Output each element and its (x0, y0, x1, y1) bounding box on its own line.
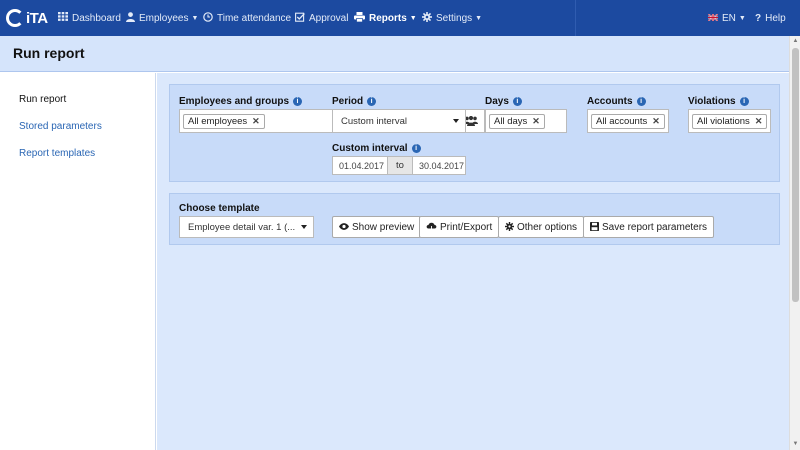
info-icon[interactable]: i (411, 144, 421, 153)
ita-logo[interactable]: iTA (6, 9, 48, 27)
sidebar-item-report-templates[interactable]: Report templates (19, 148, 95, 159)
violations-field[interactable]: All violations ✕ (688, 109, 771, 133)
print-export-button[interactable]: Print/Export (419, 216, 500, 238)
caret-down-icon: ▼ (475, 14, 483, 22)
template-panel: Choose template Employee detail var. 1 (… (169, 193, 780, 245)
employees-tag: All employees ✕ (183, 114, 265, 129)
remove-tag-icon[interactable]: ✕ (532, 116, 540, 127)
date-from-input[interactable]: 01.04.2017 (332, 156, 388, 175)
page-header: Run report (0, 36, 798, 72)
question-icon: ? (755, 12, 762, 24)
sidebar-item-run-report[interactable]: Run report (19, 94, 66, 105)
main-content: Employees and groups i All employees ✕ P… (157, 73, 789, 450)
nav-dashboard[interactable]: Dashboard (58, 0, 121, 36)
check-square-icon (295, 12, 305, 25)
choose-template-label: Choose template (179, 203, 260, 214)
dropdown-caret-icon (301, 225, 307, 229)
navbar-divider (575, 0, 576, 36)
info-icon[interactable]: i (739, 97, 749, 106)
gear-icon (422, 11, 432, 25)
gear-icon (505, 221, 514, 233)
info-icon[interactable]: i (367, 97, 377, 106)
days-field[interactable]: All days ✕ (485, 109, 567, 133)
info-icon[interactable]: i (293, 97, 303, 106)
nav-reports[interactable]: Reports ▼ (354, 0, 417, 36)
clock-icon (203, 11, 213, 25)
remove-tag-icon[interactable]: ✕ (652, 116, 660, 127)
filters-panel: Employees and groups i All employees ✕ P… (169, 84, 780, 182)
grid-icon (58, 12, 68, 24)
other-options-button[interactable]: Other options (498, 216, 585, 238)
violations-label: Violations i (688, 96, 749, 107)
nav-time-attendance[interactable]: Time attendance (203, 0, 291, 36)
info-icon[interactable]: i (512, 97, 522, 106)
scroll-up-arrow-icon[interactable]: ▲ (791, 37, 800, 46)
save-report-parameters-button[interactable]: Save report parameters (583, 216, 715, 238)
caret-down-icon: ▼ (191, 14, 199, 22)
caret-down-icon: ▼ (738, 14, 746, 22)
dropdown-caret-icon (453, 119, 459, 123)
accounts-tag: All accounts ✕ (591, 114, 665, 129)
date-to-input[interactable]: 30.04.2017 (412, 156, 466, 175)
employees-label: Employees and groups i (179, 96, 303, 107)
scroll-down-arrow-icon[interactable]: ▼ (791, 440, 800, 449)
remove-tag-icon[interactable]: ✕ (755, 116, 763, 127)
show-preview-button[interactable]: Show preview (332, 216, 422, 238)
print-icon (354, 11, 365, 25)
sidebar: Run report Stored parameters Report temp… (0, 73, 156, 450)
logo-mark-icon (6, 9, 24, 27)
uk-flag-icon (707, 12, 719, 24)
users-group-icon (464, 115, 478, 126)
top-navbar: iTA Dashboard Employees ▼ Time attendanc… (0, 0, 800, 36)
date-range-separator: to (388, 156, 412, 175)
scrollbar-thumb[interactable] (792, 48, 799, 302)
accounts-label: Accounts i (587, 96, 646, 107)
caret-down-icon: ▼ (409, 14, 417, 22)
days-label: Days i (485, 96, 522, 107)
help-link[interactable]: ? Help (755, 0, 786, 36)
user-icon (126, 11, 135, 25)
remove-tag-icon[interactable]: ✕ (252, 116, 260, 127)
page-title: Run report (13, 45, 85, 61)
template-select[interactable]: Employee detail var. 1 (... (179, 216, 314, 238)
period-label: Period i (332, 96, 377, 107)
violations-tag: All violations ✕ (692, 114, 768, 129)
language-selector[interactable]: EN ▼ (707, 0, 746, 36)
custom-interval-label: Custom interval i (332, 143, 421, 154)
sidebar-item-stored-parameters[interactable]: Stored parameters (19, 121, 102, 132)
cloud-download-icon (426, 222, 437, 233)
period-select[interactable]: Custom interval (332, 109, 466, 133)
nav-approval[interactable]: Approval (295, 0, 348, 36)
info-icon[interactable]: i (636, 97, 646, 106)
eye-icon (339, 222, 349, 232)
floppy-disk-icon (590, 221, 599, 233)
page-scrollbar[interactable]: ▲ ▼ (789, 36, 800, 450)
nav-employees[interactable]: Employees ▼ (126, 0, 198, 36)
nav-settings[interactable]: Settings ▼ (422, 0, 482, 36)
days-tag: All days ✕ (489, 114, 545, 129)
accounts-field[interactable]: All accounts ✕ (587, 109, 669, 133)
